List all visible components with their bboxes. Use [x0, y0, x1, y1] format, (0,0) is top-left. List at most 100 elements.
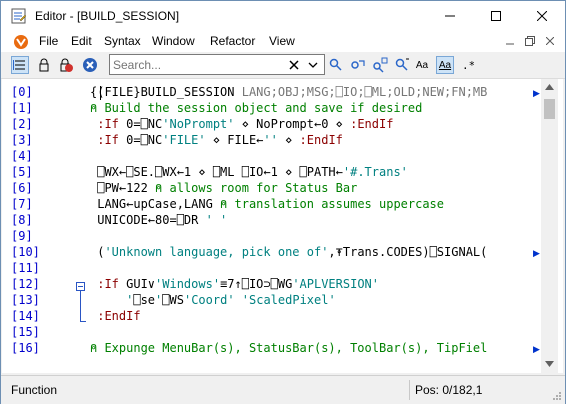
close-button[interactable]	[519, 1, 565, 31]
line-number: [10]	[11, 245, 40, 259]
svg-text:.*: .*	[462, 59, 474, 72]
minimize-icon	[506, 43, 514, 45]
scrollbar-thumb[interactable]	[544, 99, 555, 119]
minimize-icon	[445, 15, 455, 17]
replace-button[interactable]	[349, 56, 367, 74]
line-number: [9]	[11, 229, 33, 243]
code-token: ⎕PW←122	[90, 181, 156, 195]
clear-search-icon[interactable]	[287, 58, 301, 72]
lock-button[interactable]	[35, 56, 53, 74]
close-editor-button[interactable]	[81, 56, 99, 74]
match-case-button[interactable]: Aa	[413, 56, 431, 74]
code-token: '	[90, 293, 134, 307]
line-number: [16]	[11, 341, 40, 355]
menu-edit[interactable]: Edit	[71, 34, 92, 48]
search-input[interactable]	[113, 57, 281, 72]
code-token: ⋄	[277, 133, 300, 147]
line-number: [3]	[11, 133, 33, 147]
window-title: Editor - [BUILD_SESSION]	[35, 9, 180, 23]
code-line[interactable]: '⎕se'⎕WS'Coord' 'ScaledPixel'	[90, 293, 336, 307]
dyalog-logo-icon	[14, 35, 28, 49]
menu-view[interactable]: View	[269, 34, 295, 48]
code-token: ''	[263, 133, 278, 147]
line-number: [0]	[11, 85, 33, 99]
fold-toggle[interactable]	[76, 282, 85, 291]
code-token: ⎕WS	[162, 293, 184, 307]
close-icon	[546, 37, 554, 45]
code-token: GUI∨	[126, 277, 156, 291]
regex-button[interactable]: .*	[458, 56, 476, 74]
code-line[interactable]: ⎕WX←⎕SE.⎕WX←1 ⋄ ⎕ML ⎕IO←1 ⋄ ⎕PATH←'#.Tra…	[90, 165, 408, 179]
scroll-up-icon[interactable]	[545, 84, 554, 90]
menu-window[interactable]: Window	[152, 34, 195, 48]
text-cursor	[100, 86, 101, 100]
menu-file[interactable]: File	[39, 34, 58, 48]
vertical-scrollbar[interactable]	[541, 79, 558, 373]
search-box[interactable]	[109, 54, 325, 75]
line-number: [14]	[11, 309, 40, 323]
code-line[interactable]: :If GUI∨'Windows'≡7↑⎕IO⊃⎕WG'APLVERSION'	[90, 277, 379, 291]
code-token: ' '	[205, 213, 228, 227]
code-token: ⍝ allows room for Status Bar	[155, 181, 358, 195]
menu-syntax[interactable]: Syntax	[104, 34, 141, 48]
line-numbers-toggle[interactable]	[11, 56, 29, 74]
find-all-button[interactable]	[393, 56, 411, 74]
code-token: :EndIf	[90, 309, 141, 323]
code-token: ⍝ Expunge MenuBar(s), StatusBar(s), Tool…	[90, 341, 488, 355]
code-token: :EndIf	[350, 117, 394, 131]
line-number: [8]	[11, 213, 33, 227]
mdi-close-button[interactable]	[543, 34, 557, 48]
line-number: [11]	[11, 261, 40, 275]
maximize-icon	[491, 11, 501, 21]
line-overflow-arrow-icon: ▶	[533, 344, 540, 354]
status-position: Pos: 0/182,1	[415, 383, 483, 397]
whole-word-button[interactable]: Aa	[436, 56, 454, 74]
code-token: ⎕WX←⎕SE.⎕WX←1 ⋄ ⎕ML ⎕IO←1 ⋄ ⎕PATH←	[90, 165, 343, 179]
code-line[interactable]: ('Unknown language, pick one of',⍕Trans.…	[90, 245, 487, 259]
stop-lock-icon	[60, 58, 73, 72]
line-numbers-icon	[13, 60, 25, 70]
code-token: (	[90, 245, 105, 259]
mdi-minimize-button[interactable]	[503, 34, 517, 48]
code-token: 'APLVERSION'	[292, 277, 380, 291]
code-line[interactable]: :If 0=⎕NC'FILE' ⋄ FILE←'' ⋄ :EndIf	[90, 133, 343, 147]
code-line[interactable]: ⍝ Build the session object and save if d…	[90, 101, 422, 115]
search-next-button[interactable]	[327, 56, 345, 74]
code-token: 'NoPrompt'	[162, 117, 235, 131]
code-line[interactable]: ⎕PW←122 ⍝ allows room for Status Bar	[90, 181, 357, 195]
lock-icon	[39, 58, 49, 72]
code-line[interactable]: :EndIf	[90, 309, 141, 323]
match-case-label: Aa	[415, 59, 429, 71]
title-bar[interactable]: Editor - [BUILD_SESSION]	[1, 1, 565, 31]
search-next-icon	[329, 58, 342, 71]
code-line[interactable]: :If 0=⎕NC'NoPrompt' ⋄ NoPrompt←0 ⋄ :EndI…	[90, 117, 393, 131]
code-editor[interactable]: [0] [1] [2] [3] [4] [5] [6] [7] [8] [9] [10] [11] [1…	[2, 79, 563, 373]
minimize-button[interactable]	[427, 1, 473, 31]
code-line[interactable]: ⍝ Expunge MenuBar(s), StatusBar(s), Tool…	[90, 341, 487, 355]
menu-refactor[interactable]: Refactor	[210, 34, 255, 48]
chevron-down-icon[interactable]	[308, 61, 318, 69]
mdi-controls	[503, 34, 557, 48]
mdi-restore-button[interactable]	[523, 34, 537, 48]
code-line[interactable]: UNICODE←80=⎕DR ' '	[90, 213, 227, 227]
line-number: [2]	[11, 117, 33, 131]
code-token: ⋄ FILE←	[205, 133, 264, 147]
regex-icon: .*	[462, 59, 474, 72]
clear-stop-button[interactable]	[57, 56, 75, 74]
code-token: ≡7↑⎕IO⊃⎕WG	[220, 277, 293, 291]
scroll-down-icon[interactable]	[545, 361, 554, 367]
code-line[interactable]: {(FILE}BUILD_SESSION LANG;OBJ;MSG;⎕IO;⎕M…	[90, 85, 487, 99]
close-icon	[537, 11, 547, 21]
resize-grip-icon[interactable]	[552, 391, 562, 401]
replace-all-icon	[373, 57, 388, 73]
code-token: :If	[90, 277, 127, 291]
line-number: [13]	[11, 293, 40, 307]
cancel-icon	[83, 58, 97, 72]
code-token: ⍝ Build the session object and save if d…	[90, 101, 423, 115]
code-line[interactable]: LANG←upCase,LANG ⍝ translation assumes u…	[90, 197, 444, 211]
maximize-button[interactable]	[473, 1, 519, 31]
replace-all-button[interactable]	[371, 56, 389, 74]
collapse-icon	[78, 286, 83, 287]
line-number: [7]	[11, 197, 33, 211]
code-token: UNICODE←80=⎕DR	[90, 213, 206, 227]
